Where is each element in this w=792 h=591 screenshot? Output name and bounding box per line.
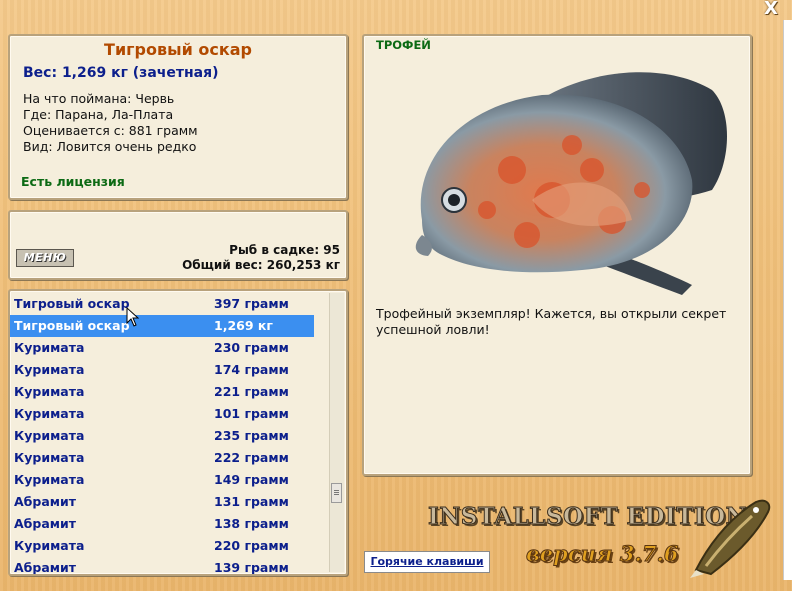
fish-weight: Вес: 1,269 кг (зачетная) (23, 65, 219, 81)
catch-row-name: Куримата (14, 450, 85, 465)
fish-image (415, 72, 727, 295)
catch-row-name: Куримата (14, 472, 85, 487)
catch-row[interactable]: Тигровый оскар 397 грамм (10, 293, 314, 315)
catch-row[interactable]: Куримата 220 грамм (10, 535, 314, 557)
catch-row-name: Абрамит (14, 560, 77, 575)
catch-row[interactable]: Тигровый оскар 1,269 кг (10, 315, 314, 337)
kind-info: Вид: Ловится очень редко (23, 139, 197, 154)
catch-row-weight: 221 грамм (214, 384, 289, 399)
catch-row[interactable]: Абрамит 138 грамм (10, 513, 314, 535)
catch-row[interactable]: Абрамит 131 грамм (10, 491, 314, 513)
catch-row-name: Куримата (14, 428, 85, 443)
catch-row-weight: 235 грамм (214, 428, 289, 443)
catch-row-weight: 222 грамм (214, 450, 289, 465)
catch-row-weight: 174 грамм (214, 362, 289, 377)
pike-logo-icon (690, 499, 771, 578)
catch-row[interactable]: Куримата 174 грамм (10, 359, 314, 381)
catch-row-weight: 397 грамм (214, 296, 289, 311)
scrollbar-thumb[interactable] (331, 483, 342, 503)
close-button[interactable]: X (760, 0, 782, 18)
catch-row-name: Абрамит (14, 494, 77, 509)
version-label: версия 3.7.6 (525, 541, 679, 567)
catch-row-weight: 1,269 кг (214, 318, 273, 333)
catch-row-weight: 230 грамм (214, 340, 289, 355)
location-info: Где: Парана, Ла-Плата (23, 107, 174, 122)
catch-list: Тигровый оскар 397 грамм Тигровый оскар 1,2… (8, 289, 348, 576)
hotkeys-link[interactable]: Горячие клавиши (364, 551, 490, 573)
catch-row[interactable]: Куримата 101 грамм (10, 403, 314, 425)
catch-row-weight: 131 грамм (214, 494, 289, 509)
net-stats-panel: МЕНЮ Рыб в садке: 95 Общий вес: 260,253 … (8, 210, 348, 280)
catch-row-name: Куримата (14, 362, 85, 377)
catch-row-weight: 220 грамм (214, 538, 289, 553)
catch-row-name: Куримата (14, 538, 85, 553)
catch-row[interactable]: Куримата 235 грамм (10, 425, 314, 447)
bait-info: На что поймана: Червь (23, 91, 175, 106)
catch-row-name: Тигровый оскар (14, 318, 130, 333)
mouse-cursor-icon (126, 307, 140, 327)
catch-row-name: Куримата (14, 384, 85, 399)
scored-from-info: Оценивается с: 881 грамм (23, 123, 198, 138)
catch-row-name: Куримата (14, 340, 85, 355)
catch-row-name: Куримата (14, 406, 85, 421)
total-weight: Общий вес: 260,253 кг (182, 258, 340, 272)
catch-row[interactable]: Куримата 230 грамм (10, 337, 314, 359)
catch-row-name: Абрамит (14, 516, 77, 531)
list-scrollbar[interactable] (329, 293, 344, 572)
menu-button[interactable]: МЕНЮ (16, 249, 74, 267)
catch-row[interactable]: Куримата 149 грамм (10, 469, 314, 491)
catch-row-weight: 149 грамм (214, 472, 289, 487)
catch-row-weight: 101 грамм (214, 406, 289, 421)
license-status: Есть лицензия (21, 174, 125, 189)
fish-info-panel: Тигровый оскар Вес: 1,269 кг (зачетная) … (8, 34, 348, 200)
catch-row-weight: 139 грамм (214, 560, 289, 575)
catch-row[interactable]: Абрамит 139 грамм (10, 557, 314, 575)
catch-row[interactable]: Куримата 222 грамм (10, 447, 314, 469)
window-edge (783, 20, 792, 580)
catch-rows: Тигровый оскар 397 грамм Тигровый оскар 1,2… (10, 293, 314, 575)
catch-row[interactable]: Куримата 221 грамм (10, 381, 314, 403)
fish-count: Рыб в садке: 95 (229, 243, 340, 257)
trophy-panel: ТРОФЕЙ Трофейный экземпляр! Кажется, вы … (362, 34, 752, 476)
catch-row-name: Тигровый оскар (14, 296, 130, 311)
catch-row-weight: 138 грамм (214, 516, 289, 531)
fish-title: Тигровый оскар (104, 40, 252, 59)
trophy-message: Трофейный экземпляр! Кажется, вы открыли… (376, 306, 727, 337)
